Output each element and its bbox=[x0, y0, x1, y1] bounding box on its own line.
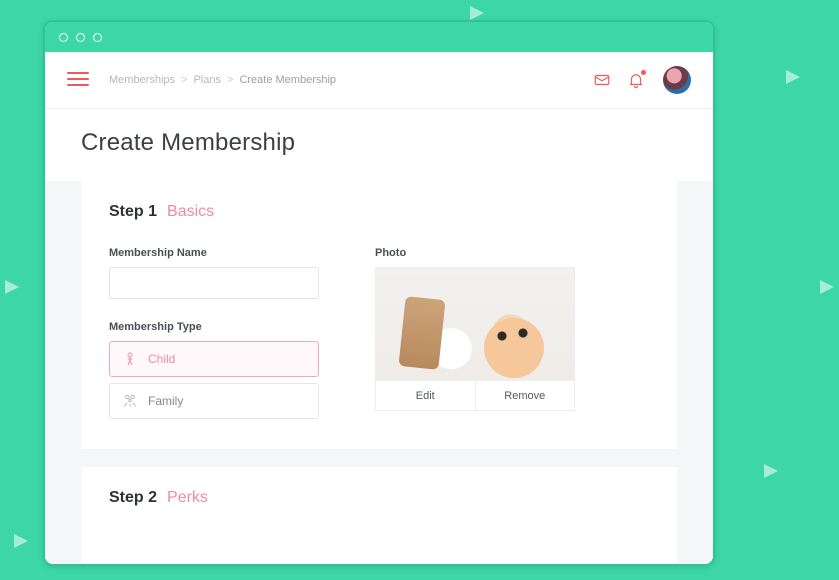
family-icon bbox=[122, 393, 138, 409]
breadcrumb-sep: > bbox=[181, 74, 187, 86]
top-bar: Memberships > Plans > Create Membership bbox=[45, 52, 713, 109]
window-chrome bbox=[45, 22, 713, 52]
step2-number: Step 2 bbox=[109, 489, 157, 507]
breadcrumb-plans[interactable]: Plans bbox=[193, 74, 221, 86]
breadcrumb: Memberships > Plans > Create Membership bbox=[109, 74, 336, 86]
step1-number: Step 1 bbox=[109, 203, 157, 221]
step2-name: Perks bbox=[167, 489, 208, 507]
breadcrumb-sep: > bbox=[227, 74, 233, 86]
photo-preview bbox=[376, 268, 574, 380]
membership-name-input[interactable] bbox=[109, 267, 319, 299]
page-title: Create Membership bbox=[81, 129, 677, 157]
membership-type-label: Membership Type bbox=[109, 321, 319, 333]
type-option-label: Child bbox=[148, 352, 175, 366]
membership-name-label: Membership Name bbox=[109, 247, 319, 259]
hamburger-menu-icon[interactable] bbox=[67, 72, 89, 88]
photo-box: Edit Remove bbox=[375, 267, 575, 411]
window-control-dot[interactable] bbox=[59, 33, 68, 42]
step2-card: Step 2 Perks bbox=[81, 467, 677, 566]
avatar[interactable] bbox=[663, 66, 691, 94]
step1-card: Step 1 Basics Membership Name Membership… bbox=[81, 181, 677, 449]
type-option-family[interactable]: Family bbox=[109, 383, 319, 419]
breadcrumb-memberships[interactable]: Memberships bbox=[109, 74, 175, 86]
breadcrumb-current: Create Membership bbox=[239, 74, 336, 86]
photo-edit-button[interactable]: Edit bbox=[376, 380, 475, 410]
photo-label: Photo bbox=[375, 247, 649, 259]
photo-remove-button[interactable]: Remove bbox=[475, 380, 575, 410]
type-option-label: Family bbox=[148, 394, 183, 408]
window-control-dot[interactable] bbox=[93, 33, 102, 42]
window-control-dot[interactable] bbox=[76, 33, 85, 42]
bell-icon[interactable] bbox=[627, 71, 645, 89]
step1-name: Basics bbox=[167, 203, 214, 221]
person-icon bbox=[122, 351, 138, 367]
mail-icon[interactable] bbox=[593, 71, 611, 89]
app-window: Memberships > Plans > Create Membership … bbox=[43, 20, 715, 566]
type-option-child[interactable]: Child bbox=[109, 341, 319, 377]
